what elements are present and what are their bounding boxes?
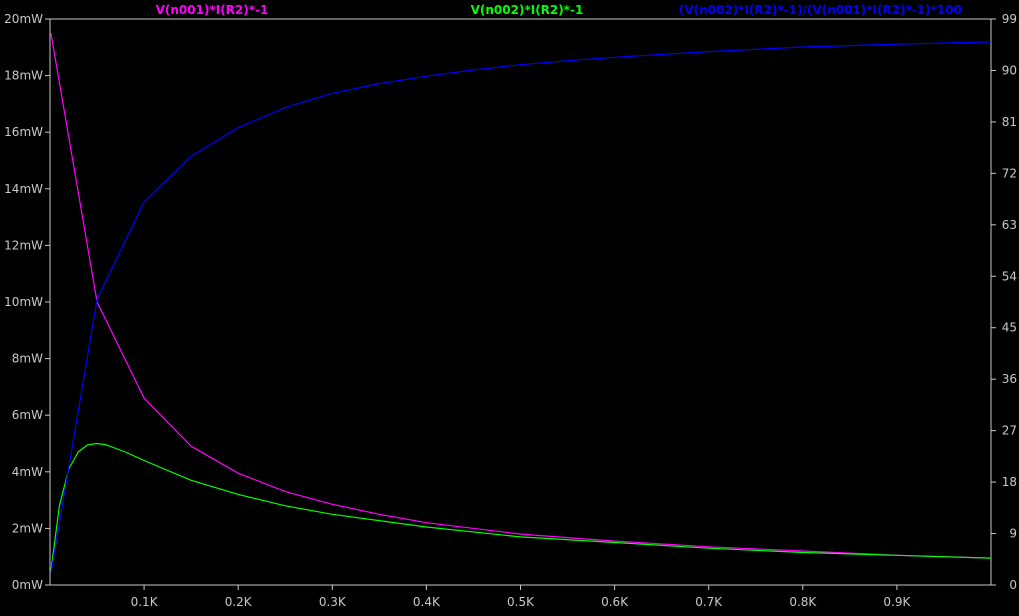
plot-area[interactable]: 0.1K 0.2K 0.3K 0.4K 0.5K 0.6K 0.7K 0.8K 0.9K 0mW 2… [0, 0, 1019, 612]
y-left-tick-label: 16mW [4, 125, 43, 139]
y-right-tick-label: 27 [1002, 424, 1017, 438]
y-left-tick-label: 14mW [4, 182, 43, 196]
legend-entry-3[interactable]: (V(n002)*I(R2)*-1)/(V(n001)*I(R2)*-1)*10… [679, 3, 962, 17]
y-right-tick-label: 0 [1009, 578, 1017, 592]
y-right-tick-label: 45 [1002, 321, 1017, 335]
plot-background [0, 0, 1019, 612]
y-left-tick-label: 20mW [4, 12, 43, 26]
y-left-tick-label: 12mW [4, 238, 43, 252]
y-left-tick-label: 18mW [4, 69, 43, 83]
y-left-tick-label: 0mW [12, 578, 43, 592]
y-right-tick-label: 72 [1002, 166, 1017, 180]
x-tick-label: 0.3K [319, 595, 347, 609]
y-right-tick-label: 81 [1002, 115, 1017, 129]
legend-entry-2[interactable]: V(n002)*I(R2)*-1 [471, 3, 584, 17]
y-right-tick-label: 63 [1002, 218, 1017, 232]
y-right-tick-label: 99 [1002, 12, 1017, 26]
x-tick-label: 0.1K [131, 595, 159, 609]
y-right-tick-label: 36 [1002, 372, 1017, 386]
y-left-tick-label: 10mW [4, 295, 43, 309]
x-tick-label: 0.9K [883, 595, 911, 609]
y-right-tick-label: 18 [1002, 475, 1017, 489]
y-right-tick-label: 54 [1002, 269, 1017, 283]
x-tick-label: 0.8K [789, 595, 817, 609]
x-tick-label: 0.2K [225, 595, 253, 609]
x-tick-label: 0.7K [695, 595, 723, 609]
x-tick-label: 0.4K [413, 595, 441, 609]
legend-entry-1[interactable]: V(n001)*I(R2)*-1 [156, 3, 269, 17]
y-left-tick-label: 6mW [12, 408, 43, 422]
x-tick-label: 0.5K [507, 595, 535, 609]
x-tick-label: 0.6K [601, 595, 629, 609]
y-right-tick-label: 90 [1002, 63, 1017, 77]
y-left-tick-label: 2mW [12, 521, 43, 535]
waveform-viewer: 0.1K 0.2K 0.3K 0.4K 0.5K 0.6K 0.7K 0.8K 0.9K 0mW 2… [0, 0, 1019, 612]
y-right-tick-label: 9 [1009, 527, 1017, 541]
y-left-tick-label: 8mW [12, 352, 43, 366]
y-left-tick-label: 4mW [12, 465, 43, 479]
